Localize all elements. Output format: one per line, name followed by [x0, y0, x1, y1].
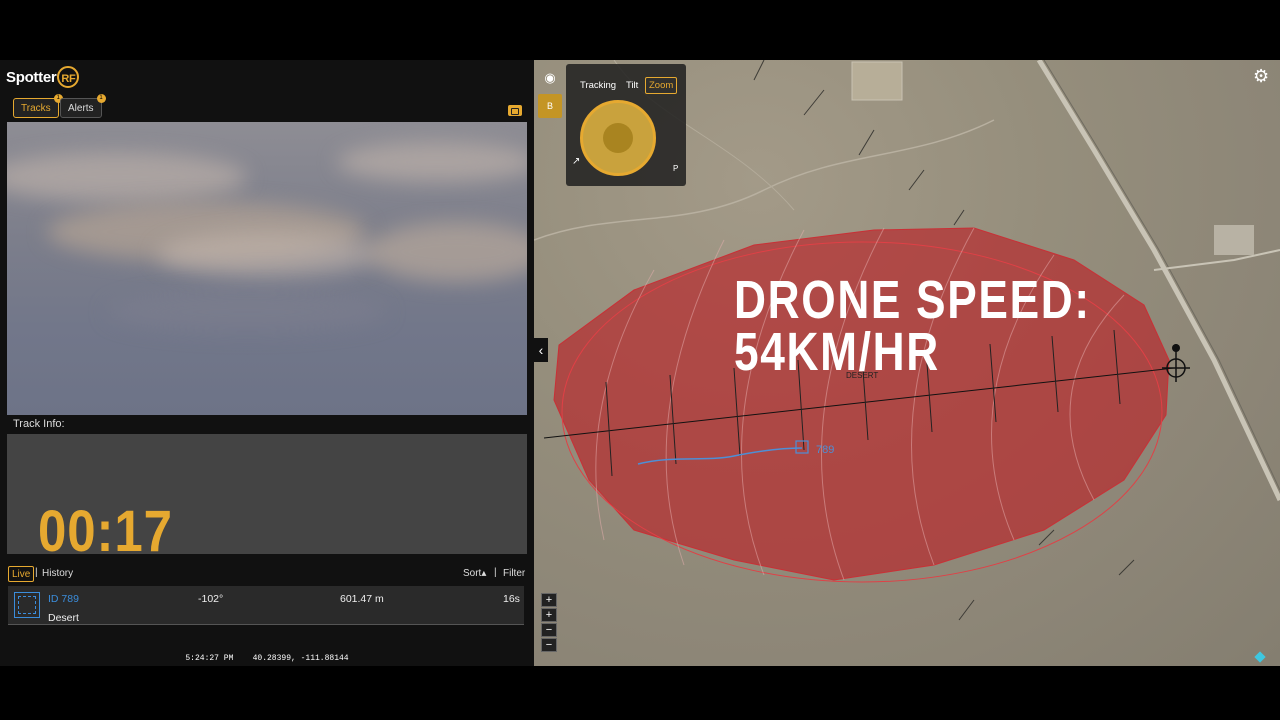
tab-tracks[interactable]: Tracks 1: [13, 94, 63, 118]
status-time: 5:24:27 PM: [185, 654, 234, 663]
sensor-pin: [1172, 344, 1180, 352]
preset-label[interactable]: P: [673, 164, 678, 173]
camera-icon[interactable]: [508, 105, 522, 116]
track-distance: 601.47 m: [340, 593, 384, 605]
live-button[interactable]: Live: [8, 566, 35, 582]
facility: [1214, 225, 1254, 255]
speed-overlay: DRONE SPEED: 54KM/HR: [734, 270, 1091, 382]
cloud-shape: [7, 152, 247, 202]
zoom-controls: + + − −: [541, 593, 557, 653]
track-zone-name: Desert: [48, 612, 79, 624]
logo-rf-mark: RF: [57, 66, 80, 88]
speed-overlay-line2: 54KM/HR: [734, 322, 940, 382]
separator: |: [494, 567, 497, 578]
app-root: Spotter RF Tracks 1 Alerts 1 Track Info:…: [0, 60, 1280, 666]
zoom-out-button[interactable]: −: [541, 638, 557, 652]
tab-alerts-label: Alerts: [68, 103, 94, 114]
cloud-shape: [157, 232, 377, 277]
camera-view-icon[interactable]: ◉: [542, 70, 558, 86]
ptz-joystick[interactable]: [580, 100, 656, 176]
map-view[interactable]: ‹ ◉ B Tracking Tilt Zoom ↗ P ⚙ DRONE SPE…: [534, 60, 1280, 666]
history-button[interactable]: History: [42, 568, 73, 579]
status-coords: 40.28399, -111.88144: [252, 654, 349, 663]
camera-feed: [7, 122, 527, 415]
cloud-shape: [337, 142, 527, 182]
settings-gear-icon[interactable]: ⚙: [1253, 66, 1269, 87]
track-info-panel: 00:17: [7, 434, 527, 564]
tab-tracking[interactable]: Tracking: [580, 80, 616, 91]
cloud-shape: [107, 292, 387, 332]
zone-label: DESERT: [846, 371, 879, 380]
drone-track-icon: [14, 592, 40, 618]
alerts-badge: 1: [96, 94, 106, 103]
field-patch: [851, 61, 903, 101]
drone-track-label: 789: [816, 444, 835, 456]
track-age: 16s: [503, 593, 520, 605]
logo: Spotter RF: [6, 64, 80, 90]
zoom-in-button[interactable]: +: [541, 593, 557, 607]
filter-button[interactable]: Filter: [503, 568, 525, 579]
home-icon[interactable]: [603, 123, 633, 153]
track-row[interactable]: ID 789 Desert -102° 601.47 m 16s: [8, 586, 524, 625]
b-button[interactable]: B: [538, 94, 562, 118]
collapse-panel-button[interactable]: ‹: [534, 338, 548, 362]
tab-alerts[interactable]: Alerts 1: [60, 94, 106, 118]
left-panel: Spotter RF Tracks 1 Alerts 1 Track Info:…: [0, 60, 534, 666]
logo-word: Spotter: [6, 68, 57, 86]
speed-overlay-line1: DRONE SPEED:: [734, 270, 1091, 330]
track-id[interactable]: ID 789: [48, 593, 79, 605]
tab-tracks-label: Tracks: [21, 103, 51, 114]
separator: |: [35, 567, 38, 578]
camera-control-panel: Tracking Tilt Zoom ↗ P: [566, 64, 686, 186]
sort-button[interactable]: Sort▴: [463, 568, 486, 579]
tab-tilt[interactable]: Tilt: [626, 80, 638, 91]
external-link-icon[interactable]: ↗: [572, 156, 580, 167]
status-bar: 5:24:27 PM 40.28399, -111.88144: [0, 654, 534, 666]
track-info-label: Track Info:: [13, 418, 65, 430]
track-bearing: -102°: [198, 593, 224, 605]
elapsed-timer: 00:17: [38, 499, 173, 564]
zoom-out-small-button[interactable]: −: [541, 623, 557, 637]
tab-zoom[interactable]: Zoom: [645, 77, 678, 94]
track-list-controls: Live | History Sort▴ | Filter: [0, 564, 534, 584]
zoom-in-small-button[interactable]: +: [541, 608, 557, 622]
cloud-shape: [367, 222, 527, 282]
